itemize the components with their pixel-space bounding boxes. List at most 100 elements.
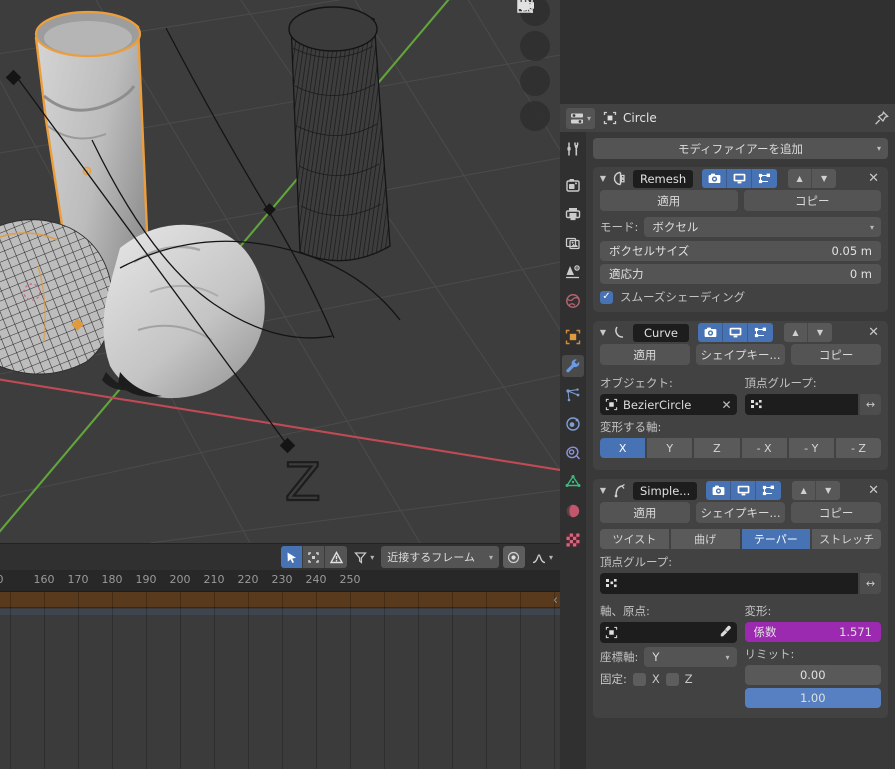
realtime-toggle-icon[interactable] xyxy=(727,169,753,188)
method-twist-button[interactable]: ツイスト xyxy=(600,529,669,549)
smooth-shading-row[interactable]: ✓ スムーズシェーディング xyxy=(600,289,881,305)
sidebar-item-object-data[interactable] xyxy=(562,471,584,493)
axis-select[interactable]: Y ▾ xyxy=(644,647,737,667)
render-toggle-icon[interactable] xyxy=(698,323,723,342)
sidebar-item-modifiers[interactable] xyxy=(562,355,584,377)
editor-type-button[interactable]: ▾ xyxy=(566,107,596,129)
voxel-size-field[interactable]: ボクセルサイズ 0.05 m xyxy=(600,241,881,261)
modifier-name[interactable]: Curve xyxy=(633,323,689,342)
remesh-mode-row[interactable]: モード: ボクセル ▾ xyxy=(600,217,881,237)
sidebar-item-material[interactable] xyxy=(562,500,584,522)
move-down-button[interactable]: ▼ xyxy=(808,323,832,342)
editmode-toggle-icon[interactable] xyxy=(752,169,778,188)
invert-vertex-group-icon[interactable]: ↔ xyxy=(860,573,881,594)
close-icon[interactable]: ✕ xyxy=(864,171,883,186)
sidebar-item-particles[interactable] xyxy=(562,384,584,406)
expand-triangle-icon[interactable]: ▼ xyxy=(598,174,608,183)
axis-x-button[interactable]: X xyxy=(600,438,646,458)
timeline-ruler[interactable]: 0 160 170 180 190 200 210 220 230 240 250 xyxy=(0,570,560,592)
timeline-header[interactable]: ▾ 近接するフレーム ▾ ▾ xyxy=(0,544,560,570)
sidebar-item-constraints[interactable] xyxy=(562,442,584,464)
vertex-group-field[interactable]: ↔ xyxy=(600,573,881,594)
smooth-shading-checkbox[interactable]: ✓ xyxy=(600,290,613,304)
lock-axis-row[interactable]: 固定: X Z xyxy=(600,671,737,687)
expand-triangle-icon[interactable]: ▼ xyxy=(598,486,608,495)
modifier-actions[interactable]: 適用 シェイプキー... コピー xyxy=(600,344,882,365)
hand-icon[interactable] xyxy=(520,0,550,61)
realtime-toggle-icon[interactable] xyxy=(731,481,757,500)
sidebar-item-object[interactable] xyxy=(562,326,584,348)
deform-method-toggle[interactable]: ツイスト 曲げ テーパー ストレッチ xyxy=(600,529,881,549)
axis-neg-z-button[interactable]: - Z xyxy=(835,438,882,458)
modifier-header[interactable]: ▼ Remesh ▲ ▼ ✕ xyxy=(593,167,888,190)
sidebar-item-texture[interactable] xyxy=(562,529,584,551)
origin-object-field[interactable] xyxy=(600,622,737,643)
modifier-actions[interactable]: 適用 コピー xyxy=(600,190,881,211)
sidebar-item-scene[interactable] xyxy=(562,261,584,283)
move-up-button[interactable]: ▲ xyxy=(788,169,813,188)
warning-icon[interactable] xyxy=(325,546,348,568)
modifier-display-toggles[interactable] xyxy=(706,481,782,500)
mode-select[interactable]: ボクセル ▾ xyxy=(644,217,881,237)
falloff-curve-icon[interactable]: ▾ xyxy=(529,546,556,568)
copy-button[interactable]: コピー xyxy=(791,344,882,365)
render-toggle-icon[interactable] xyxy=(706,481,732,500)
properties-header[interactable]: ▾ Circle xyxy=(560,104,895,132)
modifier-reorder[interactable]: ▲ ▼ xyxy=(788,169,837,188)
shapekey-button[interactable]: シェイプキー... xyxy=(695,344,786,365)
clear-object-icon[interactable]: ✕ xyxy=(721,398,731,412)
timeline-channels[interactable]: ‹ xyxy=(0,592,560,769)
modifier-simple-deform[interactable]: ▼ Simple... ▲ ▼ ✕ 適用 シェイプキー... コピー ツイスト … xyxy=(593,479,888,718)
modifier-actions[interactable]: 適用 シェイプキー... コピー xyxy=(600,502,882,523)
render-toggle-icon[interactable] xyxy=(702,169,728,188)
filter-icon[interactable]: ▾ xyxy=(351,546,377,568)
move-down-button[interactable]: ▼ xyxy=(816,481,841,500)
camera-icon[interactable] xyxy=(518,0,550,96)
add-modifier-button[interactable]: モディファイアーを追加 ▾ xyxy=(593,138,888,159)
modifier-display-toggles[interactable] xyxy=(702,169,778,188)
method-taper-button[interactable]: テーパー xyxy=(741,529,811,549)
modifier-reorder[interactable]: ▲ ▼ xyxy=(792,481,841,500)
close-icon[interactable]: ✕ xyxy=(864,483,883,498)
move-up-button[interactable]: ▲ xyxy=(792,481,817,500)
eyedropper-icon[interactable] xyxy=(719,623,732,642)
expand-triangle-icon[interactable]: ▼ xyxy=(598,328,608,337)
deform-axis-toggle[interactable]: X Y Z - X - Y - Z xyxy=(600,438,882,458)
timeline-keyframe-channel[interactable] xyxy=(0,592,560,608)
modifier-curve[interactable]: ▼ Curve ▲ ▼ ✕ 適用 シェイプキー... コピー オブジェクト: B… xyxy=(593,321,888,470)
modifier-name[interactable]: Simple... xyxy=(633,481,698,500)
vertex-group-field[interactable]: ↔ xyxy=(744,394,881,415)
axis-neg-y-button[interactable]: - Y xyxy=(788,438,834,458)
copy-button[interactable]: コピー xyxy=(743,190,881,211)
axis-y-button[interactable]: Y xyxy=(647,438,693,458)
axis-neg-x-button[interactable]: - X xyxy=(741,438,787,458)
copy-button[interactable]: コピー xyxy=(791,502,882,523)
modifier-display-toggles[interactable] xyxy=(698,323,773,342)
cursor-select-icon[interactable] xyxy=(281,546,304,568)
box-select-icon[interactable] xyxy=(303,546,326,568)
snap-mode-select[interactable]: 近接するフレーム ▾ xyxy=(381,546,499,568)
viewport-gizmo-group[interactable] xyxy=(516,0,554,131)
apply-button[interactable]: 適用 xyxy=(600,344,690,365)
method-stretch-button[interactable]: ストレッチ xyxy=(812,529,881,549)
curve-object-field[interactable]: BezierCircle ✕ xyxy=(600,394,737,415)
sidebar-item-output[interactable] xyxy=(562,203,584,225)
move-down-button[interactable]: ▼ xyxy=(812,169,837,188)
3d-viewport[interactable]: Z xyxy=(0,0,560,543)
sidebar-item-render[interactable] xyxy=(562,174,584,196)
properties-editor[interactable]: ▾ Circle モディファイアーを追加 ▾ ▼ Remesh ▲ ▼ ✕ 適用… xyxy=(560,0,895,769)
modifier-stack[interactable]: モディファイアーを追加 ▾ ▼ Remesh ▲ ▼ ✕ 適用 コピー モード:… xyxy=(586,132,895,769)
sidebar-item-physics[interactable] xyxy=(562,413,584,435)
apply-button[interactable]: 適用 xyxy=(600,502,690,523)
timeline-editor[interactable]: ▾ 近接するフレーム ▾ ▾ 160 170 180 190 200 210 2… xyxy=(0,543,560,769)
shapekey-button[interactable]: シェイプキー... xyxy=(695,502,786,523)
close-icon[interactable]: ✕ xyxy=(864,325,883,340)
invert-vertex-group-icon[interactable]: ↔ xyxy=(860,394,881,415)
modifier-remesh[interactable]: ▼ Remesh ▲ ▼ ✕ 適用 コピー モード: ボクセル ▾ ボクセルサイ… xyxy=(593,167,888,312)
lock-z-checkbox[interactable] xyxy=(665,672,679,686)
timeline-select-tools[interactable] xyxy=(281,546,348,568)
axis-row[interactable]: 座標軸: Y ▾ xyxy=(600,647,737,667)
apply-button[interactable]: 適用 xyxy=(600,190,738,211)
sidebar-item-tool[interactable] xyxy=(562,138,584,160)
modifier-name[interactable]: Remesh xyxy=(633,169,694,188)
